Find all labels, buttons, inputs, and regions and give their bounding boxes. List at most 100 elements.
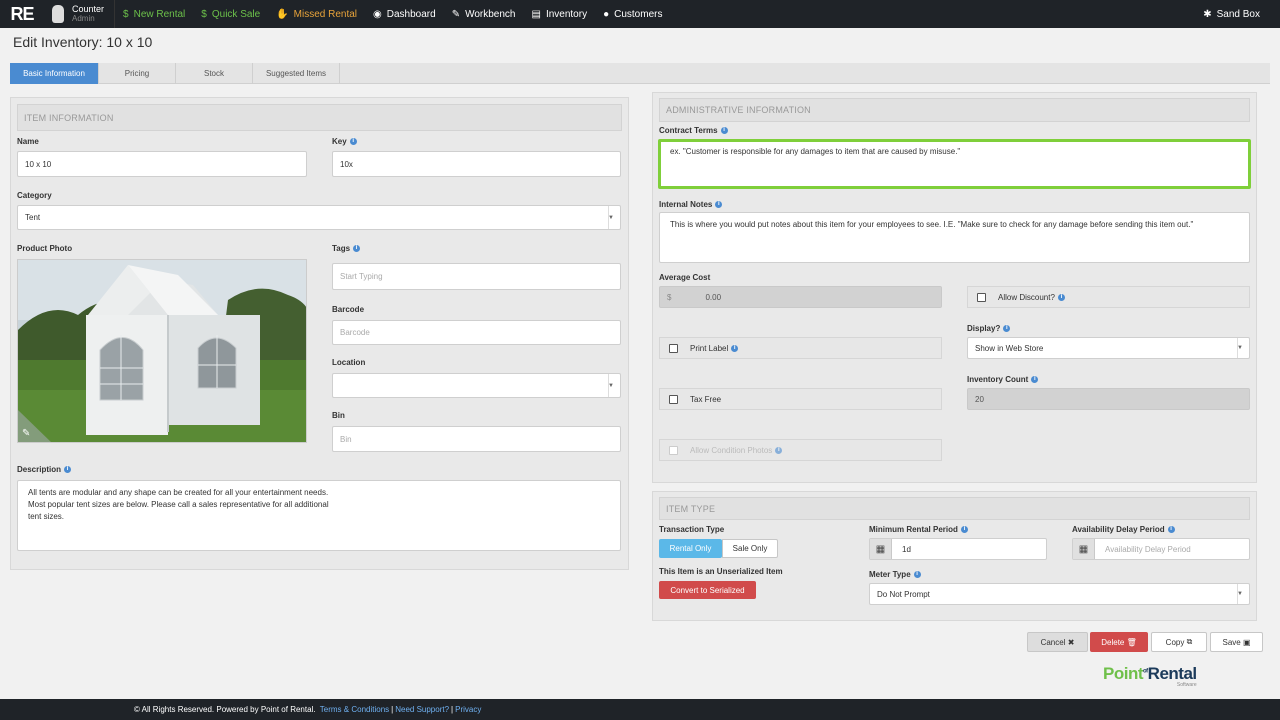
tax-free-label: Tax Free: [690, 394, 722, 404]
chevron-down-icon: ▼: [1237, 591, 1243, 597]
nav-inventory[interactable]: ▤ Inventory: [523, 0, 595, 28]
transaction-type-label: Transaction Type: [659, 525, 725, 534]
copy-label: Copy: [1165, 637, 1185, 647]
copyright-text: © All Rights Reserved. Powered by Point …: [134, 705, 316, 714]
nav-new-rental[interactable]: $ New Rental: [115, 0, 193, 28]
allow-condition-photos-checkbox: [669, 445, 678, 455]
app-logo[interactable]: RE: [0, 0, 44, 28]
convert-to-serialized-button[interactable]: Convert to Serialized: [659, 581, 756, 599]
key-input[interactable]: 10x: [332, 151, 621, 177]
nav-label: New Rental: [133, 8, 186, 20]
cancel-button[interactable]: Cancel ✖: [1027, 632, 1088, 652]
nav-workbench[interactable]: ✎ Workbench: [444, 0, 524, 28]
page-title: Edit Inventory: 10 x 10: [13, 34, 153, 50]
calendar-icon[interactable]: ▦: [1073, 539, 1095, 559]
inventory-count-input: 20: [967, 388, 1250, 410]
sale-only-button[interactable]: Sale Only: [722, 539, 778, 558]
tax-free-checkbox[interactable]: [669, 394, 678, 404]
wrench-icon: ✎: [451, 8, 461, 20]
edit-photo-icon[interactable]: ✎: [22, 428, 36, 442]
barcode-input[interactable]: Barcode: [332, 320, 621, 345]
allow-discount-row[interactable]: Allow Discount? i: [967, 286, 1250, 308]
info-icon[interactable]: i: [64, 466, 72, 473]
rental-only-button[interactable]: Rental Only: [659, 539, 722, 558]
info-icon[interactable]: i: [731, 344, 739, 352]
name-input[interactable]: 10 x 10: [17, 151, 307, 177]
user-name: Counter: [72, 4, 105, 14]
delete-button[interactable]: Delete 🗑: [1090, 632, 1148, 652]
meter-type-select[interactable]: Do Not Prompt ▼: [869, 583, 1250, 605]
display-value: Show in Web Store: [975, 343, 1044, 353]
save-button[interactable]: Save ▣: [1210, 632, 1263, 652]
nav-dashboard[interactable]: ◉ Dashboard: [365, 0, 444, 28]
availability-delay-label: Availability Delay Period i: [1072, 525, 1175, 534]
print-label-row[interactable]: Print Label i: [659, 337, 942, 359]
copy-button[interactable]: Copy ⧉: [1151, 632, 1207, 652]
tab-stock[interactable]: Stock: [176, 63, 253, 84]
info-icon[interactable]: i: [349, 138, 357, 145]
chevron-down-icon: ▼: [608, 214, 614, 221]
nav-quick-sale[interactable]: $ Quick Sale: [193, 0, 268, 28]
dollar-icon: $: [201, 8, 207, 20]
meter-type-label: Meter Type i: [869, 570, 921, 579]
contract-terms-textarea[interactable]: ex. "Customer is responsible for any dam…: [658, 139, 1251, 189]
delete-label: Delete: [1101, 637, 1125, 647]
info-icon[interactable]: i: [913, 571, 921, 578]
contract-terms-label: Contract Terms i: [659, 126, 728, 135]
info-icon[interactable]: i: [720, 127, 728, 134]
tags-label: Tags i: [332, 244, 361, 253]
key-label: Key i: [332, 137, 357, 146]
product-photo-label: Product Photo: [17, 244, 73, 253]
footer: © All Rights Reserved. Powered by Point …: [0, 699, 1280, 720]
display-label: Display? i: [967, 324, 1011, 333]
category-select[interactable]: Tent ▼: [17, 205, 621, 230]
min-rental-period-value: 1d: [902, 544, 911, 554]
gear-icon: ✱: [1203, 8, 1212, 20]
tab-basic-information[interactable]: Basic Information: [10, 63, 99, 84]
location-select[interactable]: ▼: [332, 373, 621, 398]
sandbox-menu[interactable]: ✱ Sand Box: [1195, 9, 1280, 20]
info-icon[interactable]: i: [1167, 526, 1175, 533]
user-role: Admin: [72, 14, 95, 23]
internal-notes-textarea[interactable]: This is where you would put notes about …: [659, 212, 1250, 263]
info-icon[interactable]: i: [353, 245, 361, 252]
support-link[interactable]: Need Support?: [395, 705, 449, 714]
print-label-checkbox[interactable]: [669, 343, 678, 353]
nav-customers[interactable]: ● Customers: [595, 0, 670, 28]
min-rental-period-input[interactable]: ▦ 1d: [869, 538, 1047, 560]
description-textarea[interactable]: All tents are modular and any shape can …: [17, 480, 621, 551]
display-select[interactable]: Show in Web Store ▼: [967, 337, 1250, 359]
info-icon[interactable]: i: [1031, 376, 1039, 383]
info-icon[interactable]: i: [960, 526, 968, 533]
tags-input[interactable]: Start Typing: [332, 263, 621, 290]
info-icon[interactable]: i: [1057, 293, 1065, 301]
allow-discount-checkbox[interactable]: [977, 292, 986, 302]
inventory-icon: ▤: [531, 8, 541, 20]
user-menu[interactable]: Counter Admin: [44, 0, 116, 28]
nav-label: Dashboard: [386, 8, 436, 20]
nav-missed-rental[interactable]: ✋ Missed Rental: [268, 0, 365, 28]
calendar-icon[interactable]: ▦: [870, 539, 892, 559]
privacy-link[interactable]: Privacy: [455, 705, 481, 714]
meter-type-value: Do Not Prompt: [877, 589, 930, 599]
info-icon[interactable]: i: [1003, 325, 1011, 332]
tab-pricing[interactable]: Pricing: [99, 63, 176, 84]
tab-suggested-items[interactable]: Suggested Items: [253, 63, 340, 84]
currency-symbol: $: [667, 292, 672, 302]
main-nav: $ New Rental $ Quick Sale ✋ Missed Renta…: [115, 0, 670, 28]
min-rental-period-label: Minimum Rental Period i: [869, 525, 968, 534]
nav-label: Missed Rental: [293, 8, 358, 20]
point-of-rental-logo: PointofRental Software: [1103, 664, 1197, 688]
unserialized-label: This Item is an Unserialized Item: [659, 567, 783, 576]
allow-discount-label: Allow Discount?: [998, 292, 1055, 302]
product-photo[interactable]: [17, 259, 307, 443]
description-label: Description i: [17, 465, 72, 474]
tax-free-row[interactable]: Tax Free: [659, 388, 942, 410]
info-icon[interactable]: i: [715, 201, 723, 208]
availability-delay-input[interactable]: ▦ Availability Delay Period: [1072, 538, 1250, 560]
tab-bar: Basic Information Pricing Stock Suggeste…: [10, 63, 1270, 84]
item-type-heading: ITEM TYPE: [659, 497, 1250, 520]
terms-link[interactable]: Terms & Conditions: [320, 705, 389, 714]
barcode-label: Barcode: [332, 305, 365, 314]
bin-input[interactable]: Bin: [332, 426, 621, 452]
